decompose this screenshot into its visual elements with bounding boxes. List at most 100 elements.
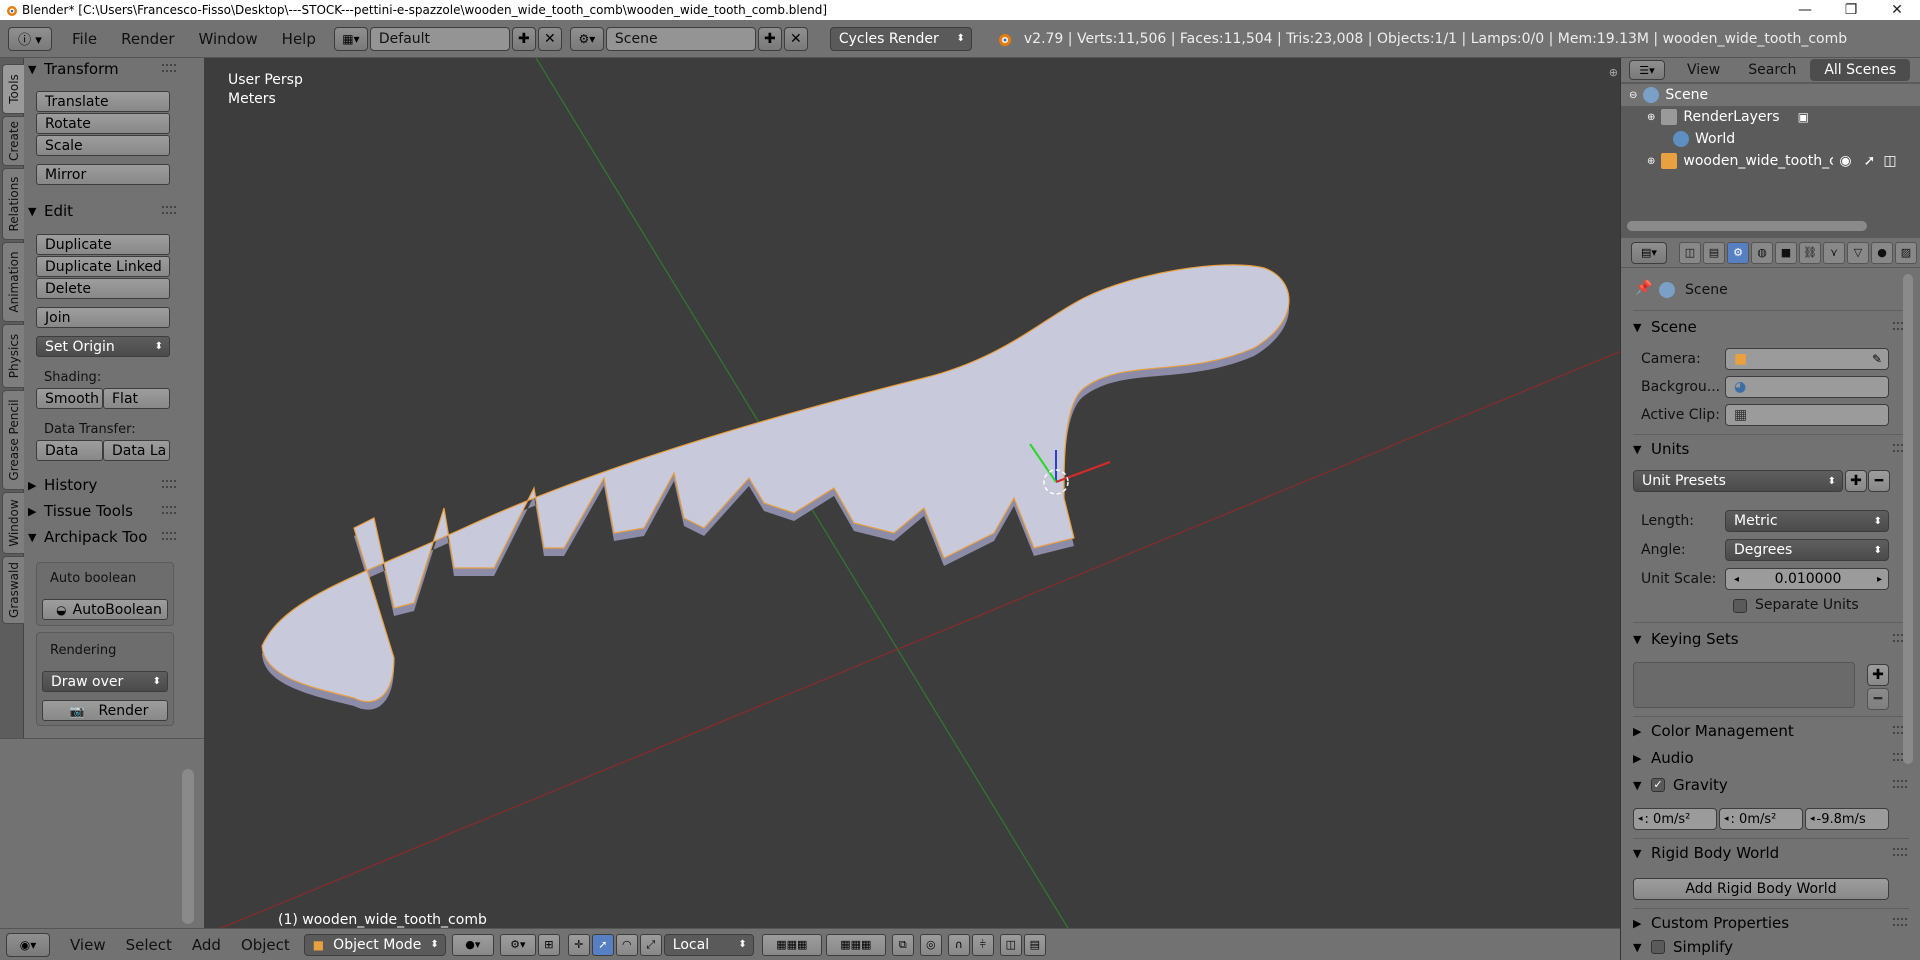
separate-units-checkbox[interactable]: [1733, 599, 1747, 613]
tab-relations[interactable]: Relations: [2, 168, 24, 240]
data-button[interactable]: Data: [36, 440, 103, 461]
manipulator-toggle[interactable]: ✛: [567, 933, 590, 956]
minimize-button[interactable]: —: [1782, 2, 1828, 18]
smooth-button[interactable]: Smooth: [36, 388, 103, 409]
menu-file[interactable]: File: [60, 30, 109, 48]
keying-sets-panel-header[interactable]: ▼ Keying Sets: [1633, 628, 1907, 650]
drag-grip-icon[interactable]: [162, 480, 176, 488]
translate-button[interactable]: Translate: [36, 91, 170, 112]
layout-icon-button[interactable]: ▦▾: [333, 26, 368, 51]
properties-editor-button[interactable]: ▤▾: [1631, 241, 1667, 264]
lock-layers-button[interactable]: ⧉: [891, 933, 914, 956]
drag-grip-icon[interactable]: [162, 506, 176, 514]
layers-button-2[interactable]: ▦▦▦: [825, 933, 886, 956]
edit-panel-header[interactable]: ▼ Edit: [28, 200, 176, 222]
translate-manip-button[interactable]: ➚: [591, 933, 614, 956]
render-layers-tab[interactable]: ▤: [1703, 241, 1725, 264]
scale-manip-button[interactable]: ⤢: [639, 933, 662, 956]
drag-grip-icon[interactable]: [162, 64, 176, 72]
object-tab[interactable]: ■: [1775, 241, 1797, 264]
tab-tools[interactable]: Tools: [2, 64, 24, 114]
drag-grip-icon[interactable]: [1893, 848, 1907, 856]
eye-icon[interactable]: ◉: [1839, 153, 1851, 169]
add-scene-button[interactable]: ✚: [757, 26, 782, 51]
draw-over-dropdown[interactable]: Draw over ⬍: [42, 671, 168, 692]
auto-boolean-button[interactable]: ◒ AutoBoolean: [42, 599, 168, 620]
data-tab[interactable]: ▽: [1847, 241, 1869, 264]
cursor-icon[interactable]: ➚: [1864, 153, 1876, 169]
simplify-panel-header[interactable]: ▼ Simplify: [1633, 936, 1901, 958]
tab-create[interactable]: Create: [2, 116, 24, 166]
decrement-arrow-icon[interactable]: ◂: [1734, 574, 1739, 585]
transform-panel-header[interactable]: ▼ Transform: [28, 58, 176, 80]
outliner-view-menu[interactable]: View: [1673, 59, 1734, 81]
custom-properties-panel-header[interactable]: ▶ Custom Properties: [1633, 912, 1907, 934]
opengl-render-button[interactable]: ◫: [999, 933, 1022, 956]
mirror-button[interactable]: Mirror: [36, 164, 170, 185]
gravity-panel-header[interactable]: ▼ ✓ Gravity: [1633, 774, 1907, 796]
restore-button[interactable]: ❐: [1828, 2, 1874, 18]
overlay-button[interactable]: ⊞: [537, 933, 560, 956]
close-button[interactable]: ✕: [1874, 2, 1920, 18]
history-panel-header[interactable]: ▶ History: [28, 474, 176, 496]
delete-scene-button[interactable]: ✕: [783, 26, 808, 51]
mode-select[interactable]: ■ Object Mode ⬍: [303, 933, 446, 956]
outliner-search-menu[interactable]: Search: [1734, 59, 1810, 81]
scene-tab[interactable]: ⚙: [1727, 241, 1749, 264]
rotate-button[interactable]: Rotate: [36, 113, 170, 134]
unit-presets-dropdown[interactable]: Unit Presets ⬍: [1633, 470, 1843, 492]
add-keying-set-button[interactable]: ✚: [1867, 664, 1889, 686]
menu-window[interactable]: Window: [187, 30, 270, 48]
units-panel-header[interactable]: ▼ Units: [1633, 438, 1907, 460]
tab-grease-pencil[interactable]: Grease Pencil: [2, 390, 24, 490]
menu-add[interactable]: Add: [182, 936, 231, 954]
set-origin-dropdown[interactable]: Set Origin ⬍: [36, 336, 170, 357]
delete-button[interactable]: Delete: [36, 278, 170, 299]
length-dropdown[interactable]: Metric ⬍: [1725, 510, 1889, 532]
shading-mode-button[interactable]: ●▾: [451, 933, 494, 956]
pivot-button[interactable]: ⚙▾: [499, 933, 536, 956]
add-layout-button[interactable]: ✚: [511, 26, 536, 51]
data-layout-button[interactable]: Data La: [103, 440, 170, 461]
layers-button-1[interactable]: ▦▦▦: [761, 933, 822, 956]
join-button[interactable]: Join: [36, 307, 170, 328]
render-engine-select[interactable]: Cycles Render ⬍: [829, 26, 972, 51]
proportional-edit-button[interactable]: ◎: [919, 933, 942, 956]
menu-help[interactable]: Help: [270, 30, 328, 48]
snap-toggle[interactable]: ∩: [947, 933, 970, 956]
outliner-hscrollbar[interactable]: [1627, 221, 1867, 231]
render-button[interactable]: 📷 Render: [42, 700, 168, 721]
duplicate-linked-button[interactable]: Duplicate Linked: [36, 256, 170, 277]
eyedropper-icon[interactable]: ✎: [1872, 352, 1882, 366]
decrement-arrow-icon[interactable]: ◂: [1810, 814, 1815, 824]
increment-arrow-icon[interactable]: ▸: [1877, 574, 1882, 585]
outliner-item-world[interactable]: World: [1621, 128, 1920, 150]
delete-layout-button[interactable]: ✕: [537, 26, 562, 51]
remove-preset-button[interactable]: ━: [1868, 470, 1890, 492]
rigid-body-world-panel-header[interactable]: ▼ Rigid Body World: [1633, 842, 1907, 864]
outliner-item-comb[interactable]: ⊕ wooden_wide_tooth_cc ◉ ➚ ◫: [1621, 150, 1920, 172]
background-field[interactable]: ◕: [1725, 376, 1889, 398]
menu-select[interactable]: Select: [116, 936, 182, 954]
drag-grip-icon[interactable]: [162, 532, 176, 540]
remove-keying-set-button[interactable]: ━: [1867, 688, 1889, 710]
snap-target-button[interactable]: ⫩: [971, 933, 994, 956]
scale-button[interactable]: Scale: [36, 135, 170, 156]
simplify-checkbox[interactable]: [1651, 940, 1665, 954]
gravity-checkbox[interactable]: ✓: [1651, 778, 1665, 792]
operator-scrollbar[interactable]: [182, 769, 194, 924]
drag-grip-icon[interactable]: [162, 206, 176, 214]
comb-body[interactable]: [261, 264, 1290, 703]
decrement-arrow-icon[interactable]: ◂: [1638, 814, 1643, 824]
texture-tab[interactable]: ▨: [1895, 241, 1917, 264]
outliner-display-mode[interactable]: All Scenes: [1810, 59, 1911, 81]
drag-grip-icon[interactable]: [1893, 780, 1907, 788]
unit-scale-field[interactable]: ◂ 0.010000 ▸: [1725, 568, 1889, 590]
world-tab[interactable]: ◍: [1751, 241, 1773, 264]
active-clip-field[interactable]: ▦: [1725, 404, 1889, 426]
modifiers-tab[interactable]: ⋎: [1823, 241, 1845, 264]
constraints-tab[interactable]: ⛓: [1799, 241, 1821, 264]
renderlayer-toggle-icon[interactable]: ▣: [1798, 110, 1809, 124]
add-rigid-body-world-button[interactable]: Add Rigid Body World: [1633, 878, 1889, 900]
properties-scrollbar[interactable]: [1903, 274, 1913, 764]
